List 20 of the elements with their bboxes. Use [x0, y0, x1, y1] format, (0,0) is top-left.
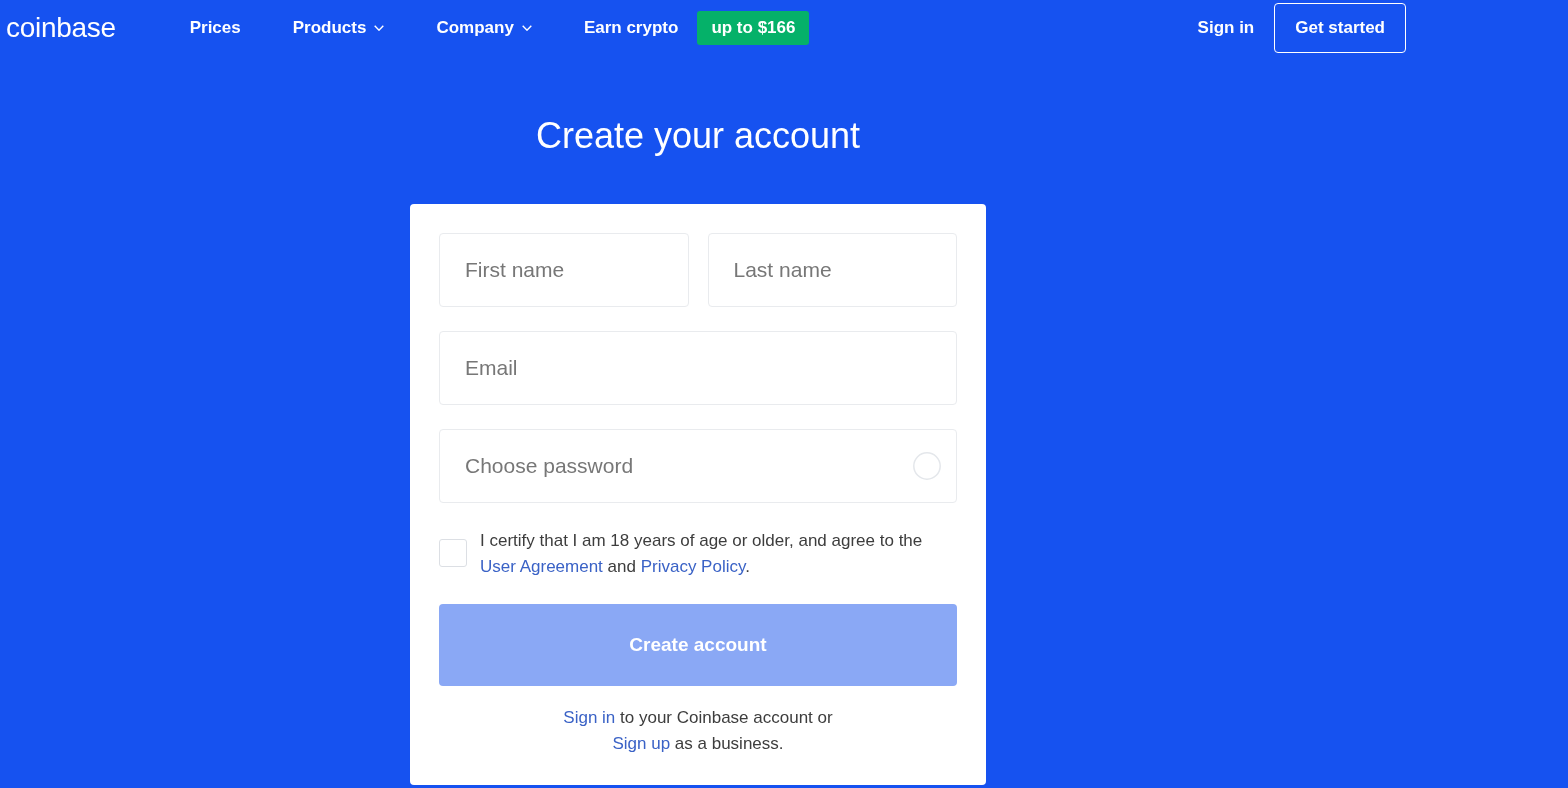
- input-field[interactable]: First name: [439, 233, 689, 307]
- input-field[interactable]: Email: [439, 331, 957, 405]
- nav-link[interactable]: Products: [292, 15, 385, 41]
- get-started-button[interactable]: Get started: [1274, 3, 1406, 53]
- ring-icon: [913, 452, 941, 480]
- agreement-link[interactable]: User Agreement: [480, 557, 603, 576]
- nav-link[interactable]: Earn crypto: [583, 15, 679, 41]
- nav-link[interactable]: Prices: [189, 15, 241, 41]
- logo[interactable]: coinbase: [6, 14, 116, 42]
- page-title: Create your account: [534, 114, 862, 158]
- sign-in-prompt-text: Sign in to your Coinbase account or Sign up as a business.: [562, 707, 834, 755]
- input-field[interactable]: Last name: [707, 233, 957, 307]
- checkbox[interactable]: [439, 539, 467, 567]
- footer-link[interactable]: Sign up: [612, 734, 671, 753]
- agreement-text: I certify that I am 18 years of age or older, and agree to the User Agreement and Privacy Policy.: [480, 530, 924, 578]
- nav-link[interactable]: Company: [436, 15, 532, 41]
- footer-link[interactable]: Sign in: [563, 708, 616, 727]
- agreement-link[interactable]: Privacy Policy: [640, 557, 746, 576]
- password-field[interactable]: Choose password: [439, 429, 957, 503]
- sign-in-link[interactable]: Sign in: [1197, 15, 1255, 41]
